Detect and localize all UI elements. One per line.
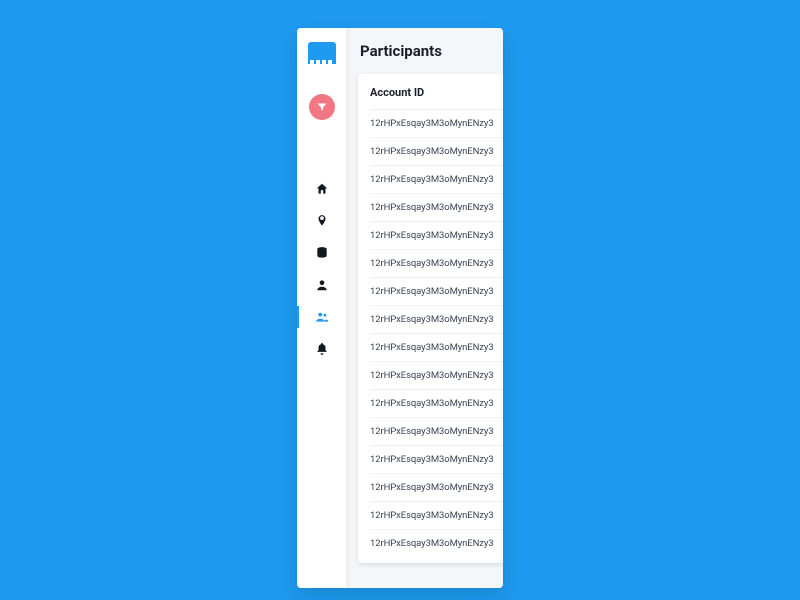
table-row[interactable]: 12rHPxEsqay3M3oMynENzy3 — [370, 473, 503, 501]
app-logo — [308, 42, 336, 64]
user-icon — [315, 278, 329, 292]
table-row[interactable]: 12rHPxEsqay3M3oMynENzy3 — [370, 417, 503, 445]
sidebar-item-participants[interactable] — [297, 308, 346, 326]
table-row[interactable]: 12rHPxEsqay3M3oMynENzy3 — [370, 501, 503, 529]
participants-table: Account ID 12rHPxEsqay3M3oMynENzy312rHPx… — [358, 74, 503, 563]
app-window: Participants Account ID 12rHPxEsqay3M3oM… — [297, 28, 503, 588]
table-row[interactable]: 12rHPxEsqay3M3oMynENzy3 — [370, 389, 503, 417]
filter-button[interactable] — [309, 94, 335, 120]
sidebar-nav — [297, 180, 346, 358]
table-row[interactable]: 12rHPxEsqay3M3oMynENzy3 — [370, 361, 503, 389]
location-pin-icon — [315, 214, 329, 228]
sidebar-item-home[interactable] — [297, 180, 346, 198]
users-group-icon — [315, 310, 329, 324]
table-row[interactable]: 12rHPxEsqay3M3oMynENzy3 — [370, 305, 503, 333]
table-row[interactable]: 12rHPxEsqay3M3oMynENzy3 — [370, 529, 503, 557]
bell-icon — [315, 342, 329, 356]
table-row[interactable]: 12rHPxEsqay3M3oMynENzy3 — [370, 193, 503, 221]
column-header-account-id: Account ID — [370, 86, 503, 99]
sidebar-item-notifications[interactable] — [297, 340, 346, 358]
table-row[interactable]: 12rHPxEsqay3M3oMynENzy3 — [370, 249, 503, 277]
main-content: Participants Account ID 12rHPxEsqay3M3oM… — [346, 28, 503, 588]
table-row[interactable]: 12rHPxEsqay3M3oMynENzy3 — [370, 277, 503, 305]
table-row[interactable]: 12rHPxEsqay3M3oMynENzy3 — [370, 221, 503, 249]
home-icon — [315, 182, 329, 196]
database-icon — [315, 246, 329, 260]
sidebar-item-user[interactable] — [297, 276, 346, 294]
sidebar-item-database[interactable] — [297, 244, 346, 262]
sidebar — [297, 28, 346, 588]
filter-icon — [316, 101, 328, 113]
table-row[interactable]: 12rHPxEsqay3M3oMynENzy3 — [370, 445, 503, 473]
sidebar-item-location[interactable] — [297, 212, 346, 230]
page-title: Participants — [358, 42, 503, 60]
table-row[interactable]: 12rHPxEsqay3M3oMynENzy3 — [370, 165, 503, 193]
table-row[interactable]: 12rHPxEsqay3M3oMynENzy3 — [370, 137, 503, 165]
table-row[interactable]: 12rHPxEsqay3M3oMynENzy3 — [370, 109, 503, 137]
table-row[interactable]: 12rHPxEsqay3M3oMynENzy3 — [370, 333, 503, 361]
